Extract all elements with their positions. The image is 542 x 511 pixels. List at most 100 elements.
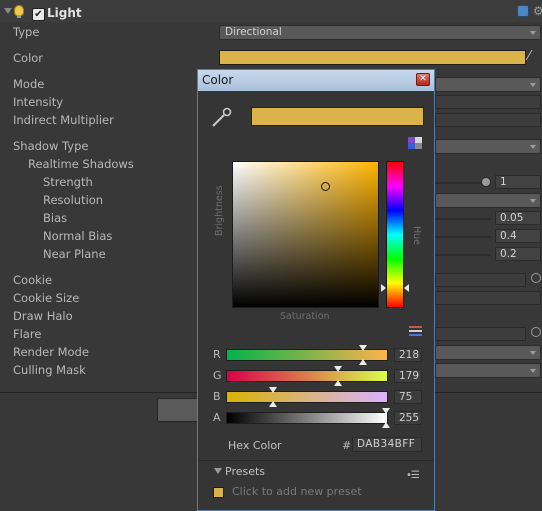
- normal-bias-slider-track[interactable]: [435, 236, 491, 238]
- presets-foldout-icon[interactable]: [214, 468, 222, 474]
- label-near-plane: Near Plane: [43, 247, 106, 261]
- label-draw-halo: Draw Halo: [13, 309, 73, 323]
- green-channel-label: G: [213, 369, 222, 382]
- label-indirect-multiplier: Indirect Multiplier: [13, 113, 114, 127]
- saturation-brightness-field[interactable]: [232, 161, 379, 308]
- red-channel-thumb[interactable]: [358, 345, 367, 351]
- alpha-channel-label: A: [213, 411, 221, 424]
- label-type: Type: [13, 25, 40, 39]
- shadow-type-dropdown[interactable]: [435, 139, 541, 154]
- label-bias: Bias: [43, 211, 68, 225]
- chevron-down-icon: [530, 199, 536, 203]
- strength-slider-thumb[interactable]: [481, 177, 491, 187]
- green-channel-value[interactable]: 179: [394, 369, 422, 383]
- bias-value: 0.05: [500, 212, 524, 224]
- object-picker-icon[interactable]: [531, 273, 541, 283]
- blue-channel-slider[interactable]: [226, 391, 388, 403]
- bias-slider-track[interactable]: [435, 218, 491, 220]
- label-strength: Strength: [43, 175, 93, 189]
- near-plane-slider-track[interactable]: [435, 254, 491, 256]
- eyedropper-icon[interactable]: ⁄: [528, 49, 530, 64]
- add-preset-hint[interactable]: Click to add new preset: [232, 485, 362, 498]
- red-channel-value[interactable]: 218: [394, 348, 422, 362]
- flare-field[interactable]: [435, 327, 526, 341]
- label-color: Color: [13, 51, 44, 65]
- red-channel-thumb-bottom[interactable]: [358, 359, 367, 365]
- label-realtime-shadows: Realtime Shadows: [28, 157, 134, 171]
- strength-field[interactable]: 1: [495, 175, 541, 189]
- saturation-label: Saturation: [280, 311, 330, 322]
- color-window-title: Color: [202, 73, 234, 87]
- label-resolution: Resolution: [43, 193, 104, 207]
- label-intensity: Intensity: [13, 95, 64, 109]
- chevron-down-icon: [530, 369, 536, 373]
- presets-menu-icon[interactable]: •☰: [406, 470, 420, 481]
- label-cookie-size: Cookie Size: [13, 291, 80, 305]
- color-window-titlebar[interactable]: Color ✕: [198, 70, 434, 91]
- normal-bias-value: 0.4: [500, 230, 517, 242]
- cookie-size-field[interactable]: [435, 291, 541, 305]
- chevron-down-icon: [530, 31, 536, 35]
- foldout-arrow-icon[interactable]: [4, 8, 12, 14]
- type-dropdown[interactable]: Directional: [219, 25, 541, 40]
- hex-input[interactable]: DAB34BFF: [352, 437, 422, 452]
- blue-channel-thumb-bottom[interactable]: [269, 401, 278, 407]
- color-field[interactable]: [219, 50, 526, 65]
- label-flare: Flare: [13, 327, 42, 341]
- help-icon[interactable]: [517, 5, 529, 17]
- render-mode-dropdown[interactable]: [435, 345, 541, 360]
- alpha-channel-thumb-bottom[interactable]: [382, 422, 390, 428]
- hue-slider[interactable]: [386, 161, 404, 308]
- hue-label: Hue: [411, 226, 422, 246]
- gear-icon[interactable]: ⚙: [533, 4, 542, 18]
- hue-marker-right-icon[interactable]: [404, 284, 409, 292]
- near-plane-value: 0.2: [500, 248, 517, 260]
- strength-value: 1: [500, 176, 507, 188]
- blue-channel-label: B: [213, 390, 221, 403]
- label-cookie: Cookie: [13, 273, 53, 287]
- hue-marker-left-icon[interactable]: [381, 284, 386, 292]
- red-channel-label: R: [213, 348, 221, 361]
- green-channel-slider[interactable]: [226, 370, 388, 382]
- label-mode: Mode: [13, 77, 45, 91]
- mode-dropdown[interactable]: [435, 77, 541, 92]
- color-picker-window: Color ✕ Brightness Hue Saturation Hex Co…: [197, 69, 435, 511]
- light-bulb-icon: [14, 5, 24, 18]
- indirect-multiplier-field[interactable]: [435, 113, 541, 127]
- bias-field[interactable]: 0.05: [495, 211, 541, 225]
- divider: [198, 460, 434, 461]
- green-channel-thumb[interactable]: [334, 366, 343, 372]
- component-header: ✔ Light ⚙: [0, 0, 542, 22]
- brightness-label: Brightness: [214, 185, 225, 236]
- alpha-channel-thumb[interactable]: [382, 408, 390, 414]
- object-picker-icon[interactable]: [531, 327, 541, 337]
- color-selection-cursor[interactable]: [321, 182, 330, 191]
- color-mode-toggle-icon[interactable]: [408, 137, 422, 149]
- alpha-channel-slider[interactable]: [226, 412, 388, 424]
- near-plane-field[interactable]: 0.2: [495, 247, 541, 261]
- culling-mask-dropdown[interactable]: [435, 363, 541, 378]
- preset-color-swatch[interactable]: [213, 487, 224, 498]
- hex-hash: #: [342, 439, 352, 452]
- chevron-down-icon: [530, 351, 536, 355]
- chevron-down-icon: [530, 145, 536, 149]
- alpha-channel-value[interactable]: 255: [394, 411, 422, 425]
- presets-label: Presets: [225, 465, 266, 478]
- intensity-field[interactable]: [435, 95, 541, 109]
- close-icon[interactable]: ✕: [416, 73, 430, 86]
- label-culling-mask: Culling Mask: [13, 363, 86, 377]
- cookie-field[interactable]: [435, 273, 526, 287]
- label-render-mode: Render Mode: [13, 345, 89, 359]
- enabled-checkbox[interactable]: ✔: [32, 8, 45, 21]
- green-channel-thumb-bottom[interactable]: [334, 380, 343, 386]
- strength-slider-track[interactable]: [435, 182, 487, 184]
- resolution-dropdown[interactable]: [435, 193, 541, 208]
- blue-channel-thumb[interactable]: [269, 387, 278, 393]
- blue-channel-value[interactable]: 75: [394, 390, 422, 404]
- current-color-swatch: [251, 107, 424, 126]
- label-shadow-type: Shadow Type: [13, 139, 89, 153]
- slider-mode-icon[interactable]: [409, 326, 422, 336]
- normal-bias-field[interactable]: 0.4: [495, 229, 541, 243]
- component-title: Light: [47, 6, 82, 20]
- eyedropper-icon[interactable]: [211, 106, 233, 128]
